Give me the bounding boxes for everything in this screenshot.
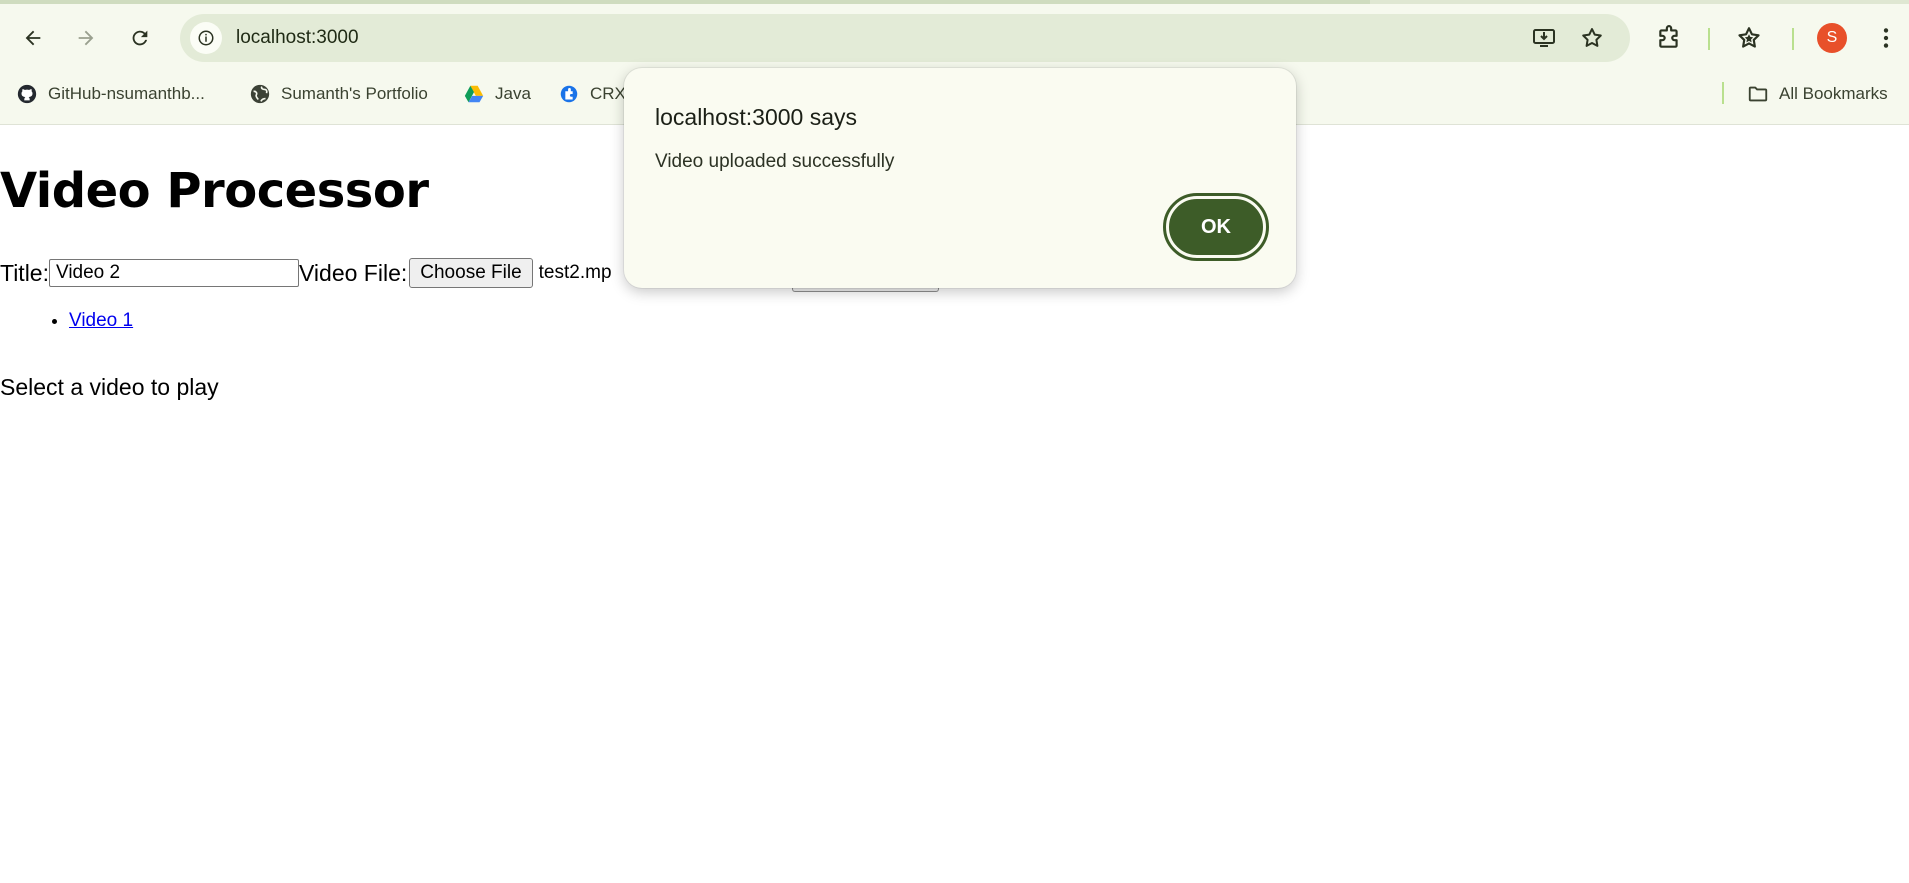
page-title: Video Processor xyxy=(0,163,429,219)
google-drive-icon xyxy=(463,83,485,105)
all-bookmarks-button[interactable]: All Bookmarks xyxy=(1747,76,1888,112)
arrow-right-icon xyxy=(78,30,94,46)
info-icon xyxy=(198,30,214,46)
bookmarks-divider xyxy=(1722,82,1724,104)
selected-file-name: test2.mp xyxy=(538,262,612,283)
site-info-button[interactable] xyxy=(190,22,222,54)
forward-button[interactable] xyxy=(66,18,106,58)
puzzle-piece-icon xyxy=(1659,25,1678,48)
dialog-title: localhost:3000 says xyxy=(655,104,858,130)
arrow-left-icon xyxy=(25,30,41,46)
address-bar[interactable]: localhost:3000 xyxy=(180,14,1630,62)
bookmark-label: Java xyxy=(495,84,531,103)
toolbar-divider xyxy=(1792,28,1794,50)
profile-avatar[interactable]: S xyxy=(1817,23,1847,53)
alert-dialog: localhost:3000 says Video uploaded succe… xyxy=(624,68,1296,288)
bookmark-label: GitHub-nsumanthb... xyxy=(48,84,205,103)
install-app-button[interactable] xyxy=(1532,26,1556,50)
install-desktop-icon xyxy=(1533,29,1555,47)
video-file-label: Video File: xyxy=(299,259,408,286)
bookmark-label: CRX xyxy=(590,84,626,103)
reading-list-button[interactable] xyxy=(1735,24,1763,52)
browser-menu-button[interactable] xyxy=(1872,24,1900,52)
bookmark-github[interactable]: GitHub-nsumanthb... xyxy=(16,76,205,112)
upload-form: Title: Video File: Choose File test2.mp xyxy=(0,257,612,289)
bookmark-star-button[interactable] xyxy=(1580,26,1604,50)
list-item: Video 1 xyxy=(69,310,133,332)
bookmark-label: Sumanth's Portfolio xyxy=(281,84,428,103)
toolbar-divider xyxy=(1708,28,1710,50)
reload-icon xyxy=(132,30,148,46)
all-bookmarks-label: All Bookmarks xyxy=(1779,84,1888,103)
bookmark-java[interactable]: Java xyxy=(463,76,531,112)
github-icon xyxy=(16,83,38,105)
title-input[interactable] xyxy=(49,259,299,287)
extension-puzzle-icon xyxy=(558,83,580,105)
video-link[interactable]: Video 1 xyxy=(69,310,133,331)
browser-toolbar: localhost:3000 S xyxy=(0,8,1909,68)
player-placeholder-text: Select a video to play xyxy=(0,374,219,400)
dialog-message: Video uploaded successfully xyxy=(655,151,895,172)
ok-button[interactable]: OK xyxy=(1163,193,1269,261)
more-vertical-icon xyxy=(1883,28,1889,48)
star-list-icon xyxy=(1738,27,1760,48)
star-outline-icon xyxy=(1582,28,1602,47)
folder-icon xyxy=(1747,83,1769,105)
video-list: Video 1 xyxy=(0,310,133,332)
extensions-button[interactable] xyxy=(1655,24,1683,52)
bookmark-crx[interactable]: CRX xyxy=(558,76,626,112)
choose-file-button[interactable]: Choose File xyxy=(409,258,533,288)
bookmark-portfolio[interactable]: Sumanth's Portfolio xyxy=(249,76,428,112)
url-text[interactable]: localhost:3000 xyxy=(236,14,359,62)
tab-strip xyxy=(0,0,1909,4)
globe-icon xyxy=(249,83,271,105)
title-label: Title: xyxy=(0,259,49,286)
back-button[interactable] xyxy=(13,18,53,58)
reload-button[interactable] xyxy=(120,18,160,58)
